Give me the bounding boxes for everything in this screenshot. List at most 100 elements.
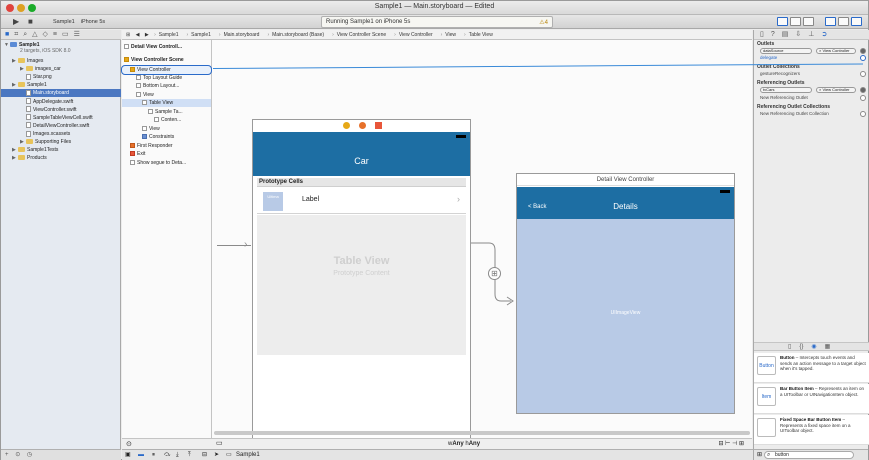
breadcrumb-item[interactable]: › Table View — [464, 32, 497, 38]
navigator-item[interactable]: Star.png — [1, 73, 121, 81]
table-view[interactable]: Table View Prototype Content — [257, 215, 466, 355]
pause-icon[interactable]: ⏸ — [152, 450, 155, 460]
size-class-control[interactable]: wAny hAny — [448, 439, 480, 449]
detail-navigation-bar[interactable]: < Back Details — [517, 187, 734, 219]
code-snippet-icon[interactable]: {} — [799, 343, 803, 350]
outline-item[interactable]: View — [122, 91, 211, 99]
toggle-navigator-button[interactable] — [825, 17, 836, 26]
view-controller-icon[interactable] — [343, 122, 350, 129]
identity-inspector-icon[interactable]: ▤ — [782, 30, 789, 39]
breadcrumb-item[interactable]: › View — [441, 32, 460, 38]
outline-item[interactable]: Table View — [122, 99, 211, 107]
detail-view-controller-scene[interactable]: Detail View Controller < Back Details UI… — [516, 173, 735, 414]
outlet-datasource[interactable]: dataSource — [760, 48, 812, 54]
navigator-item[interactable]: SampleTableViewCell.swift — [1, 114, 121, 122]
segue-icon[interactable]: ⊞ — [488, 267, 501, 280]
report-icon[interactable]: ☰ — [74, 31, 80, 38]
breadcrumb-item[interactable]: › View Controller — [394, 32, 436, 38]
library-item[interactable]: Button Button – Intercepts touch events a… — [754, 353, 869, 383]
outline-item[interactable]: First Responder — [122, 142, 211, 150]
forward-icon[interactable]: ▶ — [145, 32, 149, 38]
outline-item[interactable]: View — [122, 125, 211, 133]
navigator-item[interactable]: ▶ Supporting Files — [1, 138, 121, 146]
view-debug-icon[interactable]: ⊟ — [202, 450, 207, 460]
canvas-scrollbar[interactable] — [214, 431, 750, 435]
step-over-icon[interactable]: ⤼ — [164, 450, 170, 460]
version-editor-button[interactable] — [803, 17, 814, 26]
outline-item[interactable]: Exit — [122, 150, 211, 158]
ref-outlet-tvcars[interactable]: tvCars — [760, 87, 812, 93]
file-template-icon[interactable]: ▯ — [788, 343, 791, 350]
media-library-icon[interactable]: ▦ — [825, 343, 831, 350]
assistant-editor-button[interactable] — [790, 17, 801, 26]
prototype-cell[interactable]: Ultima Label › — [257, 188, 466, 214]
navigator-item[interactable]: Main.storyboard — [1, 89, 121, 98]
navigator-item[interactable]: ▶ Sample1Tests — [1, 146, 121, 154]
connections-inspector-icon[interactable]: ➲ — [821, 30, 827, 39]
step-in-icon[interactable]: ⤓ — [176, 450, 179, 460]
outline-item[interactable]: Bottom Layout... — [122, 82, 211, 90]
outlet-datasource-target[interactable]: × View Controller — [816, 48, 856, 54]
outline-filter-icon[interactable]: ⊙ — [126, 440, 132, 448]
add-icon[interactable]: + — [5, 452, 9, 458]
connection-dot[interactable] — [860, 48, 866, 54]
recent-icon[interactable]: ◷ — [27, 452, 32, 458]
breadcrumb-item[interactable]: › Sample1 — [154, 32, 182, 38]
hide-debug-icon[interactable]: ▣ — [125, 450, 131, 460]
cell-image-view[interactable]: Ultima — [263, 192, 283, 211]
outlet-delegate[interactable]: delegate — [760, 55, 777, 60]
attributes-inspector-icon[interactable]: ⇩ — [795, 30, 801, 39]
outline-toggle-icon[interactable]: ▭ — [216, 439, 223, 449]
toggle-utilities-button[interactable] — [851, 17, 862, 26]
toggle-debug-button[interactable] — [838, 17, 849, 26]
help-inspector-icon[interactable]: ? — [771, 30, 775, 39]
outline-item[interactable]: Sample Ta... — [122, 108, 211, 116]
debug-icon[interactable]: ≡ — [53, 31, 57, 38]
connection-dot[interactable] — [860, 111, 866, 117]
file-inspector-icon[interactable]: ▯ — [760, 30, 764, 39]
back-icon[interactable]: ◀ — [136, 32, 140, 38]
cell-label[interactable]: Label — [302, 196, 319, 203]
layout-buttons[interactable]: ⊟ ⊢ ⊣ ⊞ — [718, 439, 744, 449]
navigator-item[interactable]: ViewController.swift — [1, 106, 121, 114]
navigator-item[interactable]: DetailViewController.swift — [1, 122, 121, 130]
navigator-item[interactable]: AppDelegate.swift — [1, 98, 121, 106]
navigator-item[interactable]: ▶ Products — [1, 154, 121, 162]
navigator-item[interactable]: Images.xcassets — [1, 130, 121, 138]
outline-item[interactable]: Conten... — [122, 116, 211, 124]
detail-image-view[interactable]: UIImageView — [517, 219, 734, 413]
scheme-selector[interactable]: Sample1 iPhone 5s — [53, 17, 105, 27]
breadcrumb-item[interactable]: › View Controller Scene — [332, 32, 390, 38]
warning-badge[interactable]: ⚠4 — [539, 19, 548, 26]
breadcrumb-item[interactable]: › Main.storyboard (Base) — [267, 32, 328, 38]
library-item[interactable]: Item Bar Button Item – Represents an item… — [754, 384, 869, 414]
navigation-bar[interactable]: Car — [253, 132, 470, 176]
first-responder-icon[interactable] — [359, 122, 366, 129]
library-item[interactable]: Fixed Space Bar Button Item – Represents… — [754, 415, 869, 445]
outline-item[interactable]: Show segue to Deta... — [122, 159, 211, 167]
navigator-item[interactable]: ▶ images_car — [1, 65, 121, 73]
test-icon[interactable]: ◇ — [43, 31, 48, 38]
breakpoint-icon[interactable]: ▭ — [62, 31, 69, 38]
outline-item[interactable]: View Controller — [121, 65, 212, 75]
breadcrumb-item[interactable]: › Main.storyboard — [219, 32, 264, 38]
storyboard-canvas[interactable]: › Car Prototype Cells Ultima Label › Tab… — [212, 40, 752, 453]
object-library-icon[interactable]: ◉ — [811, 343, 816, 350]
outline-item[interactable]: Constraints — [122, 133, 211, 141]
connection-dot[interactable] — [860, 55, 866, 61]
view-controller-scene[interactable]: Car Prototype Cells Ultima Label › Table… — [252, 119, 471, 453]
navigator-item[interactable]: ▶ Images — [1, 57, 121, 65]
library-search-input[interactable]: ⌕ button — [764, 451, 854, 459]
connection-dot[interactable] — [860, 87, 866, 93]
connection-dot[interactable] — [860, 71, 866, 77]
size-inspector-icon[interactable]: ⊥ — [808, 30, 814, 39]
filter-icon[interactable]: ⊙ — [15, 452, 20, 458]
grid-view-icon[interactable]: ⊞ — [757, 451, 762, 458]
step-out-icon[interactable]: ⤒ — [188, 450, 191, 460]
folder-icon[interactable]: ■ — [5, 31, 9, 38]
play-icon[interactable]: ▶ — [13, 17, 19, 27]
symbol-icon[interactable]: ⌗ — [14, 31, 18, 38]
connection-dot[interactable] — [860, 95, 866, 101]
outline-item[interactable]: Detail View Controll... — [122, 43, 211, 51]
outline-item[interactable]: Top Layout Guide — [122, 74, 211, 82]
